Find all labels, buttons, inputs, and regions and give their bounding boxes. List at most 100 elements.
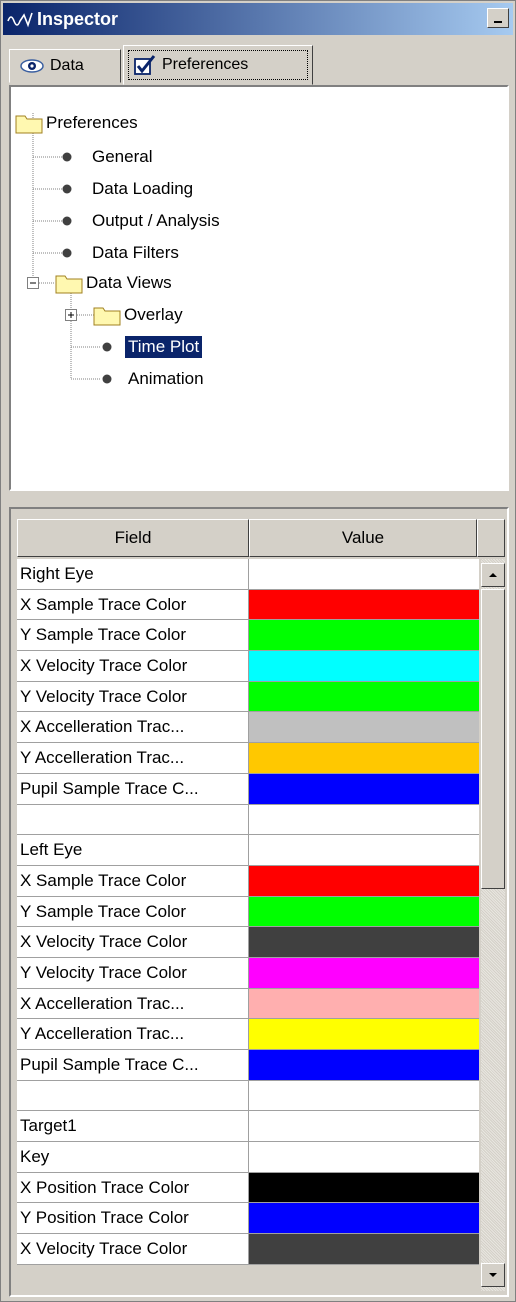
bullet-icon (102, 342, 112, 352)
tree-node-data-loading[interactable]: Data Loading (61, 177, 196, 201)
scroll-up-arrow-icon (489, 573, 497, 577)
color-swatch-cell[interactable] (249, 1080, 479, 1111)
table-row[interactable]: X Velocity Trace Color (17, 1234, 479, 1265)
tab-bar: Data Preferences (9, 45, 509, 85)
vertical-scrollbar[interactable] (481, 559, 505, 1291)
color-swatch-cell[interactable] (249, 988, 479, 1019)
expand-plus-icon[interactable] (65, 309, 77, 321)
table-row[interactable]: X Sample Trace Color (17, 589, 479, 621)
table-row[interactable] (17, 1080, 479, 1112)
tree-node-label: Animation (128, 369, 204, 388)
field-cell: Right Eye (17, 559, 249, 589)
table-row[interactable]: Y Sample Trace Color (17, 620, 479, 652)
table-row[interactable]: Pupil Sample Trace C... (17, 773, 479, 805)
color-swatch-cell[interactable] (249, 559, 479, 589)
table-row[interactable]: Y Accelleration Trac... (17, 1019, 479, 1050)
color-swatch-cell[interactable] (249, 1172, 479, 1203)
table-row[interactable]: Pupil Sample Trace C... (17, 1050, 479, 1081)
color-swatch-cell[interactable] (249, 804, 479, 835)
scroll-up-button[interactable] (481, 563, 505, 587)
field-cell (17, 804, 249, 835)
color-swatch-cell[interactable] (249, 896, 479, 927)
table-row[interactable]: Y Sample Trace Color (17, 896, 479, 928)
color-swatch-cell[interactable] (249, 865, 479, 896)
table-row[interactable]: Y Velocity Trace Color (17, 957, 479, 989)
field-cell: X Velocity Trace Color (17, 1234, 249, 1264)
table-row[interactable] (17, 804, 479, 836)
table-row[interactable]: Y Accelleration Trac... (17, 743, 479, 774)
bullet-icon (62, 184, 72, 194)
field-cell: X Accelleration Trac... (17, 712, 249, 743)
table-row[interactable]: X Velocity Trace Color (17, 651, 479, 682)
table-row[interactable]: Right Eye (17, 559, 479, 590)
table-body: Right Eye X Sample Trace Color Y Sample Tr… (17, 559, 479, 1265)
tree-node-label: Data Filters (92, 243, 179, 262)
color-swatch-cell[interactable] (249, 835, 479, 865)
field-cell: Y Velocity Trace Color (17, 681, 249, 712)
tree-node-label: Time Plot (125, 336, 203, 358)
table-row[interactable]: Left Eye (17, 835, 479, 866)
focus-rectangle (128, 50, 308, 80)
tree-node-overlay[interactable]: Overlay (65, 303, 186, 327)
color-swatch-cell[interactable] (249, 712, 479, 743)
column-header-field[interactable]: Field (17, 519, 249, 557)
eye-icon (20, 59, 44, 73)
tree-node-animation[interactable]: Animation (101, 367, 207, 391)
color-swatch-cell[interactable] (249, 1050, 479, 1080)
field-cell: X Position Trace Color (17, 1172, 249, 1203)
field-cell: Y Position Trace Color (17, 1203, 249, 1234)
tree-node-data-filters[interactable]: Data Filters (61, 241, 182, 265)
tree-node-label: Overlay (124, 305, 183, 324)
color-swatch-cell[interactable] (249, 927, 479, 957)
table-row[interactable]: X Velocity Trace Color (17, 927, 479, 958)
table-row[interactable]: X Accelleration Trac... (17, 988, 479, 1020)
scrollbar-thumb[interactable] (481, 589, 505, 889)
color-swatch-cell[interactable] (249, 620, 479, 651)
tab-preferences[interactable]: Preferences (123, 45, 313, 85)
table-row[interactable]: Y Velocity Trace Color (17, 681, 479, 713)
table-row[interactable]: X Accelleration Trac... (17, 712, 479, 744)
color-swatch-cell[interactable] (249, 773, 479, 804)
table-row[interactable]: Target1 (17, 1111, 479, 1143)
tree-node-output-analysis[interactable]: Output / Analysis (61, 209, 223, 233)
color-swatch-cell[interactable] (249, 1203, 479, 1234)
tree-node-preferences[interactable]: Preferences (15, 111, 141, 135)
field-cell: Key (17, 1142, 249, 1172)
waveform-logo-icon (7, 12, 33, 28)
pane-splitter[interactable] (9, 493, 509, 507)
field-cell: X Sample Trace Color (17, 865, 249, 896)
minimize-button[interactable] (487, 8, 509, 28)
collapse-minus-icon[interactable] (27, 277, 39, 289)
color-swatch-cell[interactable] (249, 1019, 479, 1049)
folder-icon (93, 307, 121, 326)
color-swatch-cell[interactable] (249, 1111, 479, 1142)
field-cell: X Sample Trace Color (17, 589, 249, 620)
table-row[interactable]: Key (17, 1142, 479, 1173)
column-header-value[interactable]: Value (249, 519, 477, 557)
tree-node-label: Output / Analysis (92, 211, 220, 230)
field-cell: Y Sample Trace Color (17, 896, 249, 927)
bullet-icon (102, 374, 112, 384)
title-bar[interactable]: Inspector (3, 3, 513, 35)
color-swatch-cell[interactable] (249, 681, 479, 712)
bullet-icon (62, 216, 72, 226)
color-swatch-cell[interactable] (249, 957, 479, 988)
color-swatch-cell[interactable] (249, 589, 479, 620)
table-row[interactable]: X Position Trace Color (17, 1172, 479, 1204)
tab-data[interactable]: Data (9, 49, 121, 83)
tree-node-time-plot[interactable]: Time Plot (101, 335, 203, 359)
preferences-tree: Preferences General Data Loading Output … (9, 85, 509, 491)
color-swatch-cell[interactable] (249, 1142, 479, 1172)
color-swatch-cell[interactable] (249, 743, 479, 773)
tree-node-data-views[interactable]: Data Views (27, 271, 175, 295)
scroll-down-button[interactable] (481, 1263, 505, 1287)
table-row[interactable]: X Sample Trace Color (17, 865, 479, 897)
color-swatch-cell[interactable] (249, 651, 479, 681)
inspector-window: Inspector Data Preferences Preferences G… (0, 0, 516, 1302)
field-cell: Left Eye (17, 835, 249, 865)
table-header: Field Value (17, 519, 507, 557)
tree-node-general[interactable]: General (61, 145, 155, 169)
field-cell (17, 1080, 249, 1111)
color-swatch-cell[interactable] (249, 1234, 479, 1264)
table-row[interactable]: Y Position Trace Color (17, 1203, 479, 1235)
